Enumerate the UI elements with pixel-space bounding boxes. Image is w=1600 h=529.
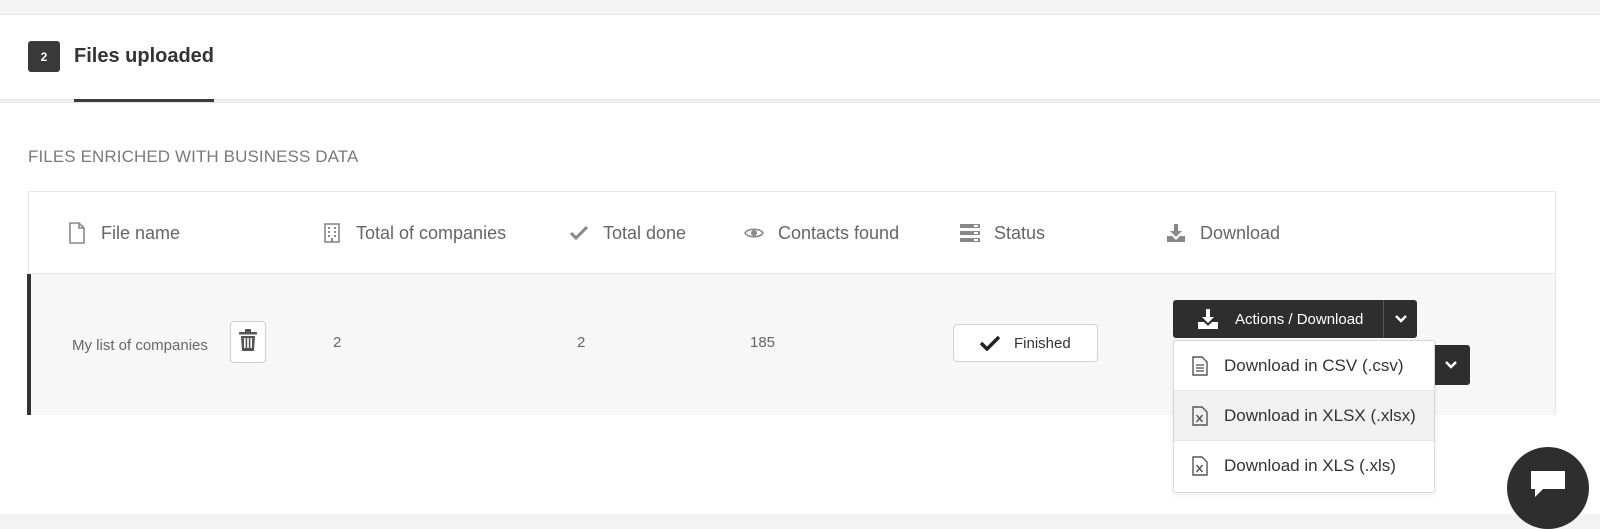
status-badge[interactable]: Finished: [953, 324, 1098, 362]
top-strip: [0, 0, 1600, 14]
table-header: File name Total of companies Total done …: [29, 192, 1555, 274]
actions-download-label: Actions / Download: [1235, 310, 1364, 328]
tab-count-badge: 2: [28, 41, 60, 72]
column-label: Total of companies: [356, 222, 507, 243]
trash-icon: [239, 328, 257, 356]
delete-file-button[interactable]: [230, 321, 266, 363]
total-companies-cell: 2: [333, 334, 342, 351]
tab-files-uploaded[interactable]: 2 Files uploaded: [28, 41, 215, 102]
building-icon: [320, 222, 344, 244]
menu-item-label: Download in XLSX (.xlsx): [1224, 405, 1416, 425]
status-label: Finished: [1014, 334, 1071, 352]
column-contacts-found: Contacts found: [742, 192, 899, 274]
download-icon: [1164, 222, 1188, 244]
section-title: FILES ENRICHED WITH BUSINESS DATA: [28, 147, 359, 166]
actions-download-split-button: Actions / Download: [1173, 300, 1417, 338]
column-label: Download: [1200, 222, 1281, 243]
actions-dropdown-toggle[interactable]: [1384, 300, 1417, 338]
download-menu: Download in CSV (.csv) Download in XLSX …: [1173, 340, 1435, 493]
download-xlsx-item[interactable]: Download in XLSX (.xlsx): [1174, 391, 1434, 441]
tabs-bar: 2 Files uploaded: [0, 14, 1600, 102]
chat-icon: [1531, 471, 1565, 497]
column-file-name: File name: [65, 192, 180, 274]
menu-item-label: Download in CSV (.csv): [1224, 355, 1404, 375]
csv-file-icon: [1192, 355, 1208, 376]
excel-file-icon: [1192, 456, 1208, 476]
column-label: Status: [994, 222, 1046, 243]
chevron-down-icon: [1394, 315, 1407, 323]
server-icon: [958, 222, 982, 244]
secondary-dropdown-toggle[interactable]: [1432, 345, 1470, 385]
tab-label: Files uploaded: [74, 41, 215, 102]
total-done-cell: 2: [577, 334, 586, 351]
actions-download-button[interactable]: Actions / Download: [1173, 300, 1384, 338]
chevron-down-icon: [1445, 361, 1457, 369]
column-download: Download: [1164, 192, 1280, 274]
excel-file-icon: [1192, 405, 1208, 426]
column-label: Total done: [603, 222, 687, 243]
column-total-done: Total done: [567, 192, 686, 274]
download-icon: [1198, 309, 1218, 329]
column-label: Contacts found: [778, 222, 900, 243]
chat-launcher-button[interactable]: [1507, 447, 1589, 529]
file-name-cell: My list of companies: [72, 337, 208, 354]
check-icon: [567, 222, 591, 244]
download-csv-item[interactable]: Download in CSV (.csv): [1174, 341, 1434, 391]
column-status: Status: [958, 192, 1045, 274]
menu-item-label: Download in XLS (.xls): [1224, 456, 1396, 475]
column-label: File name: [101, 222, 181, 243]
eye-icon: [742, 222, 766, 244]
file-icon: [65, 222, 89, 244]
check-icon: [980, 335, 1000, 351]
contacts-found-cell: 185: [750, 334, 776, 351]
column-total-companies: Total of companies: [320, 192, 506, 274]
download-xls-item[interactable]: Download in XLS (.xls): [1174, 441, 1434, 491]
